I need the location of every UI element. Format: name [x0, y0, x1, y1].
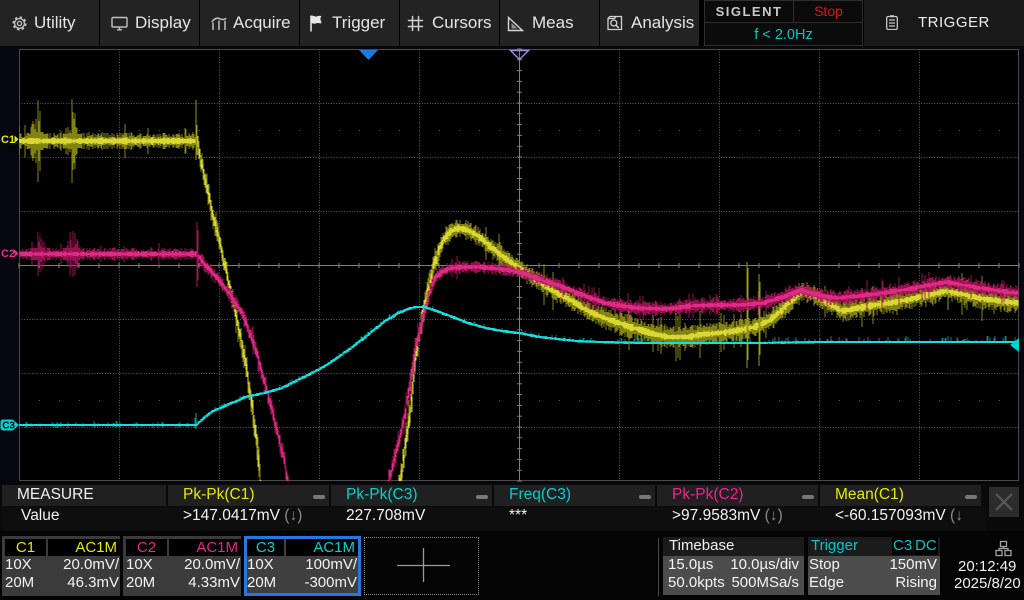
svg-text:C3: C3: [2, 421, 15, 432]
svg-text:C2: C2: [1, 248, 15, 260]
svg-text:C1: C1: [1, 134, 15, 146]
